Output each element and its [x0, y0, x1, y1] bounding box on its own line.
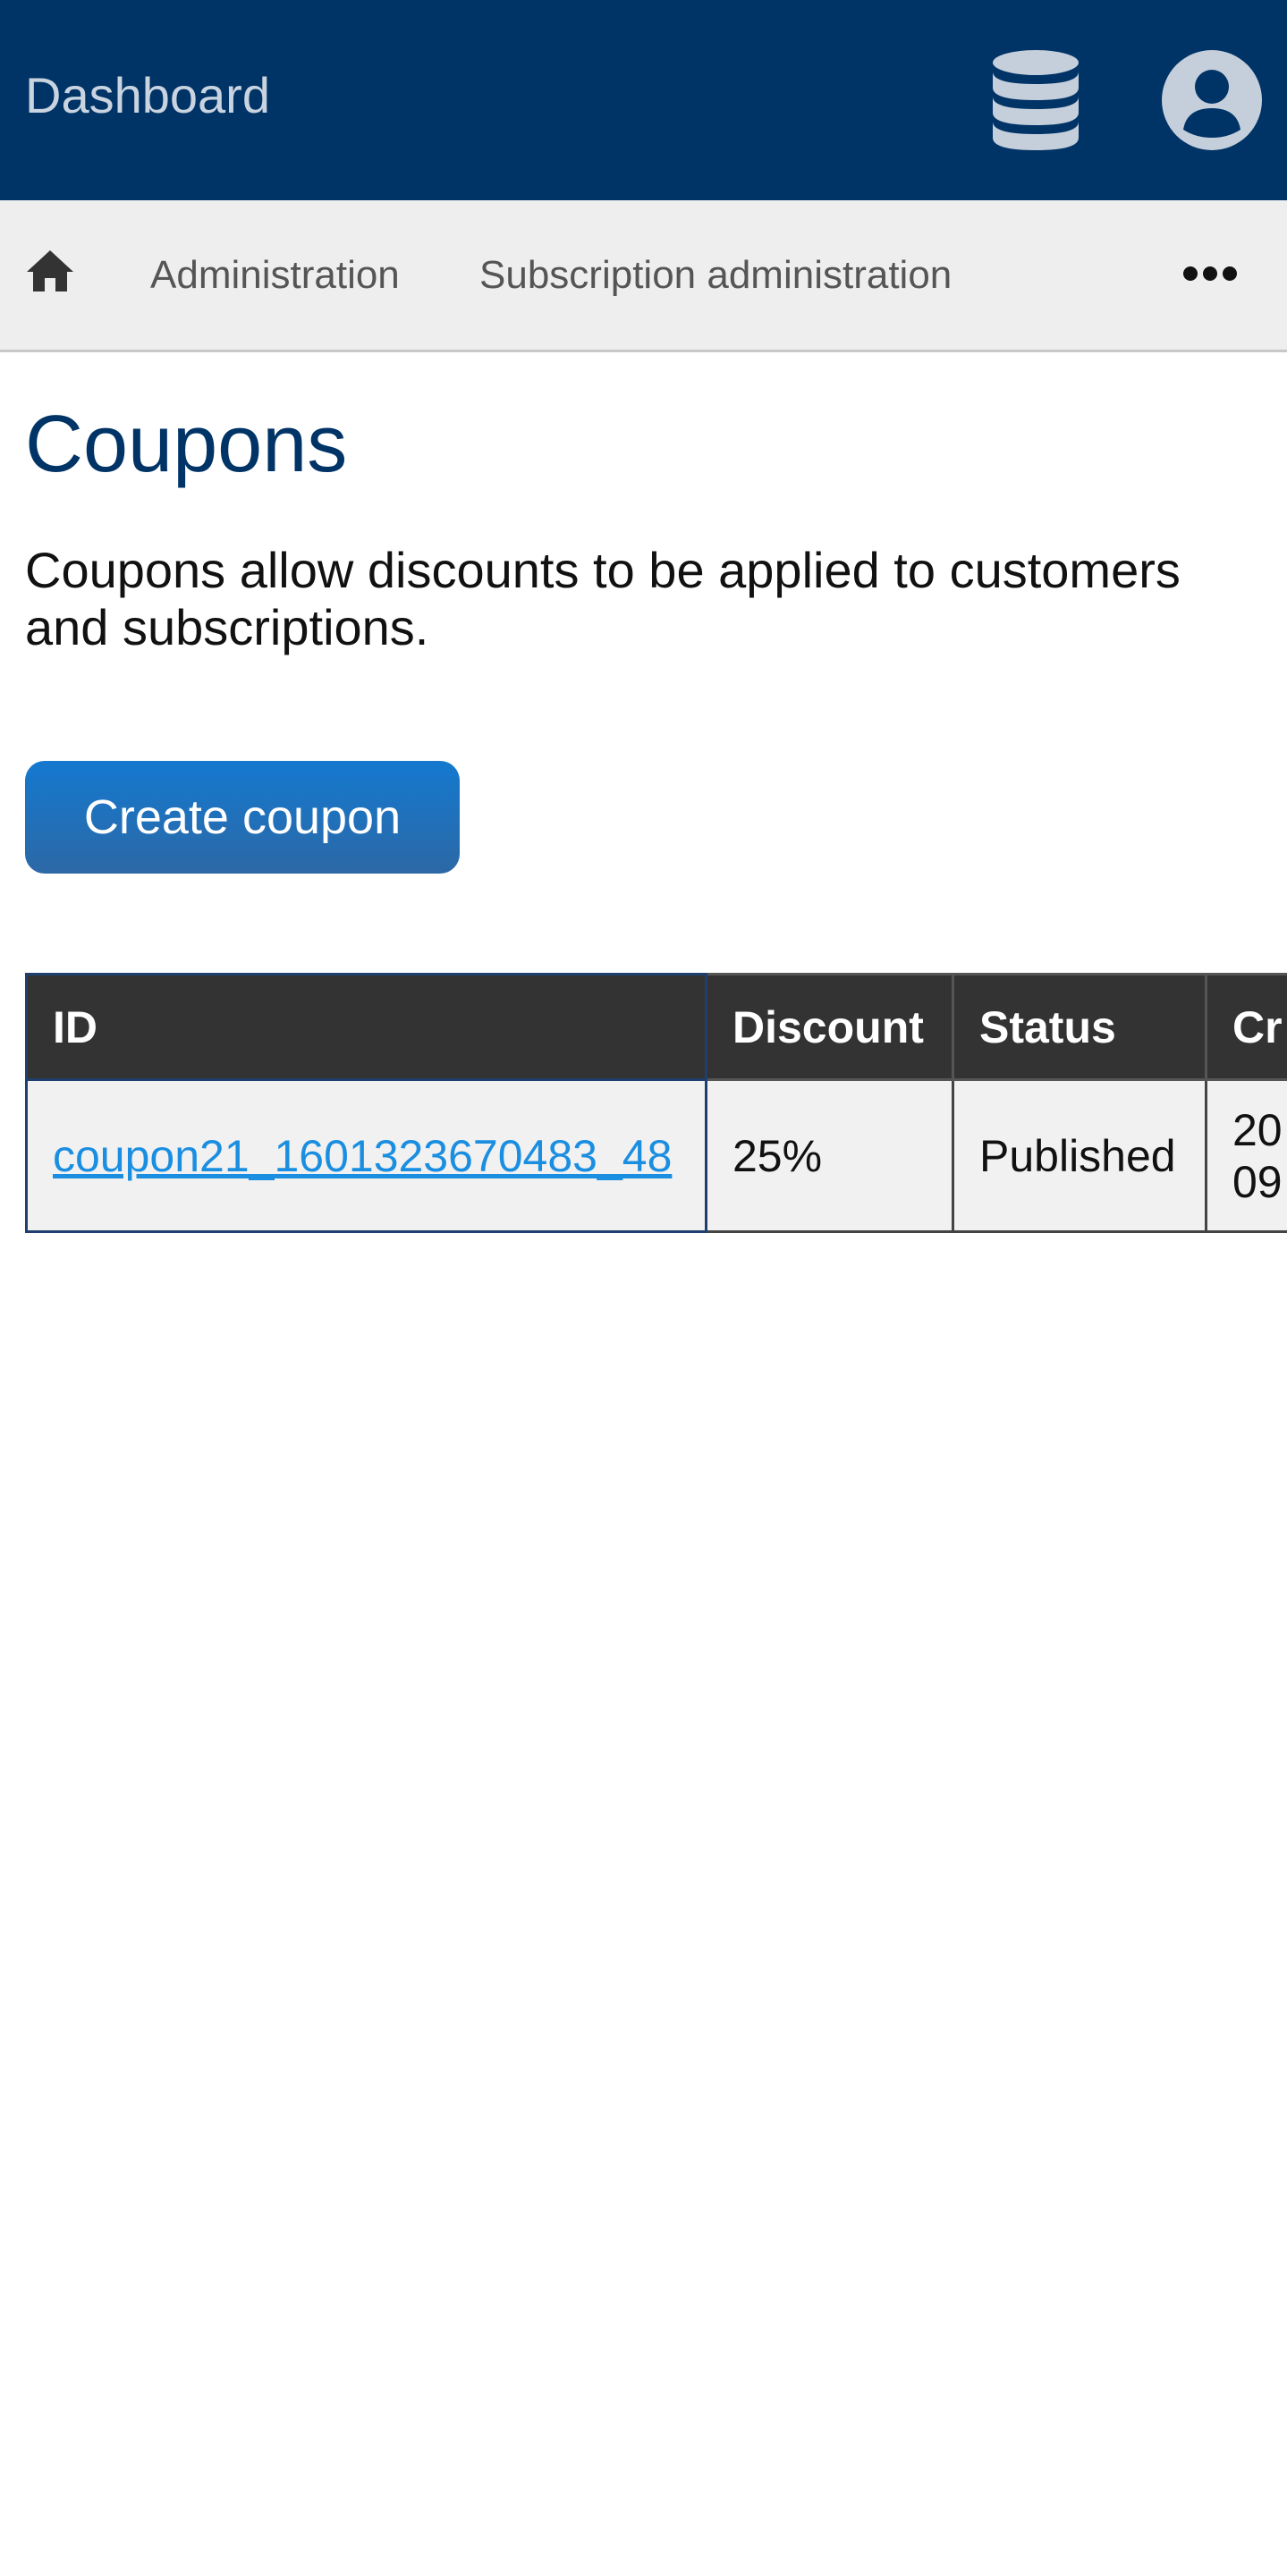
- table-header-row: ID Discount Status Cr: [25, 973, 1287, 1081]
- cell-created: 20 09: [1205, 1078, 1287, 1233]
- cell-id: coupon21_1601323670483_48: [25, 1078, 707, 1233]
- table-row: coupon21_1601323670483_48 25% Published …: [25, 1078, 1287, 1233]
- column-header-status: Status: [952, 973, 1207, 1081]
- column-header-discount: Discount: [705, 973, 954, 1081]
- column-header-id: ID: [25, 973, 707, 1081]
- brand-link[interactable]: Dashboard: [25, 64, 270, 127]
- create-coupon-button[interactable]: Create coupon: [25, 761, 460, 874]
- coupons-table: ID Discount Status Cr coupon21_160132367…: [25, 973, 1287, 1233]
- page-description: Coupons allow discounts to be applied to…: [25, 542, 1181, 655]
- database-icon[interactable]: [991, 48, 1080, 152]
- column-header-created: Cr: [1205, 973, 1287, 1081]
- breadcrumb-item-administration[interactable]: Administration: [150, 249, 400, 302]
- more-horizontal-icon[interactable]: [1182, 263, 1238, 284]
- coupons-table-container[interactable]: ID Discount Status Cr coupon21_160132367…: [25, 973, 1287, 1241]
- created-line-2: 09: [1232, 1156, 1283, 1207]
- top-navbar: Dashboard: [0, 0, 1287, 200]
- breadcrumb-item-subscription-administration[interactable]: Subscription administration: [479, 249, 952, 302]
- account-icon[interactable]: [1160, 48, 1264, 152]
- coupon-id-link[interactable]: coupon21_1601323670483_48: [53, 1131, 672, 1181]
- created-line-1: 20: [1232, 1104, 1283, 1155]
- cell-discount: 25%: [705, 1078, 954, 1233]
- cell-status: Published: [952, 1078, 1207, 1233]
- breadcrumb: Administration Subscription administrati…: [0, 200, 1287, 352]
- page-title: Coupons: [25, 400, 348, 489]
- home-icon[interactable]: [25, 247, 75, 297]
